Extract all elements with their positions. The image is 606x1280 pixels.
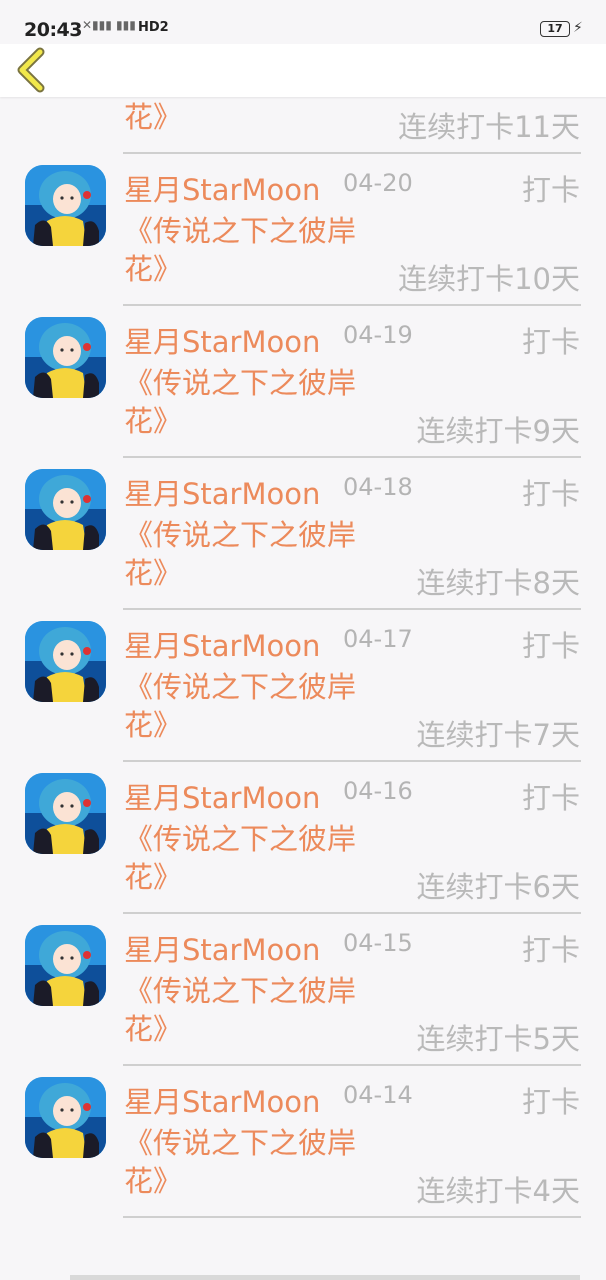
checkin-item[interactable]: 星月StarMoon 04-20 打卡 《传说之下之彼岸花》 连续打卡10天 bbox=[0, 97, 606, 306]
signal-icon: ✕▮▮▮ ▮▮▮ bbox=[82, 18, 136, 32]
checkin-item[interactable]: 星月StarMoon 04-18 打卡 《传说之下之彼岸花》 连续打卡8天 bbox=[0, 401, 606, 610]
user-name[interactable]: 星月StarMoon bbox=[124, 471, 320, 513]
checkin-tag: 打卡 bbox=[521, 629, 580, 663]
avatar[interactable] bbox=[25, 621, 106, 702]
checkin-item[interactable]: 星月StarMoon 04-16 打卡 《传说之下之彼岸花》 连续打卡6天 bbox=[0, 705, 606, 914]
streak-count: 连续打卡4天 bbox=[416, 1174, 580, 1208]
user-name[interactable]: 星月StarMoon bbox=[124, 927, 320, 969]
checkin-date: 04-18 bbox=[343, 473, 413, 501]
chevron-left-icon bbox=[17, 47, 45, 93]
checkin-date: 04-15 bbox=[343, 929, 413, 957]
charging-icon: ⚡ bbox=[573, 20, 583, 36]
checkin-tag: 打卡 bbox=[521, 325, 580, 359]
checkin-date: 04-16 bbox=[343, 777, 413, 805]
avatar[interactable] bbox=[25, 1077, 106, 1158]
user-name[interactable]: 星月StarMoon bbox=[124, 775, 320, 817]
checkin-date: 04-20 bbox=[343, 169, 413, 197]
user-name[interactable]: 星月StarMoon bbox=[124, 623, 320, 665]
avatar[interactable] bbox=[25, 317, 106, 398]
hd-label: HD2 bbox=[138, 20, 169, 35]
checkin-tag: 打卡 bbox=[521, 1085, 580, 1119]
status-bar: 20:43 ✕▮▮▮ ▮▮▮ HD2 17 ⚡ bbox=[0, 0, 606, 44]
checkin-tag: 打卡 bbox=[521, 781, 580, 815]
checkin-tag: 打卡 bbox=[521, 477, 580, 511]
bottom-edge bbox=[70, 1275, 580, 1280]
book-title[interactable]: 《传说之下之彼岸花》 bbox=[124, 1124, 386, 1200]
checkin-list: 星月StarMoon 04-21 打卡 《传说之下之彼岸花》 连续打卡11天 星… bbox=[0, 0, 606, 1218]
avatar[interactable] bbox=[25, 165, 106, 246]
back-button[interactable] bbox=[8, 46, 56, 94]
checkin-date: 04-17 bbox=[343, 625, 413, 653]
checkin-tag: 打卡 bbox=[521, 173, 580, 207]
divider bbox=[123, 1216, 581, 1218]
checkin-item[interactable]: 星月StarMoon 04-14 打卡 《传说之下之彼岸花》 连续打卡4天 bbox=[0, 1009, 606, 1218]
checkin-item[interactable]: 星月StarMoon 04-19 打卡 《传说之下之彼岸花》 连续打卡9天 bbox=[0, 249, 606, 458]
checkin-item[interactable]: 星月StarMoon 04-15 打卡 《传说之下之彼岸花》 连续打卡5天 bbox=[0, 857, 606, 1066]
checkin-date: 04-19 bbox=[343, 321, 413, 349]
avatar[interactable] bbox=[25, 925, 106, 1006]
checkin-tag: 打卡 bbox=[521, 933, 580, 967]
top-bar bbox=[0, 44, 606, 97]
avatar[interactable] bbox=[25, 773, 106, 854]
user-name[interactable]: 星月StarMoon bbox=[124, 167, 320, 209]
user-name[interactable]: 星月StarMoon bbox=[124, 1079, 320, 1121]
battery-icon: 17 bbox=[540, 21, 570, 37]
checkin-item[interactable]: 星月StarMoon 04-17 打卡 《传说之下之彼岸花》 连续打卡7天 bbox=[0, 553, 606, 762]
user-name[interactable]: 星月StarMoon bbox=[124, 319, 320, 361]
avatar[interactable] bbox=[25, 469, 106, 550]
status-time: 20:43 bbox=[24, 19, 82, 41]
checkin-date: 04-14 bbox=[343, 1081, 413, 1109]
